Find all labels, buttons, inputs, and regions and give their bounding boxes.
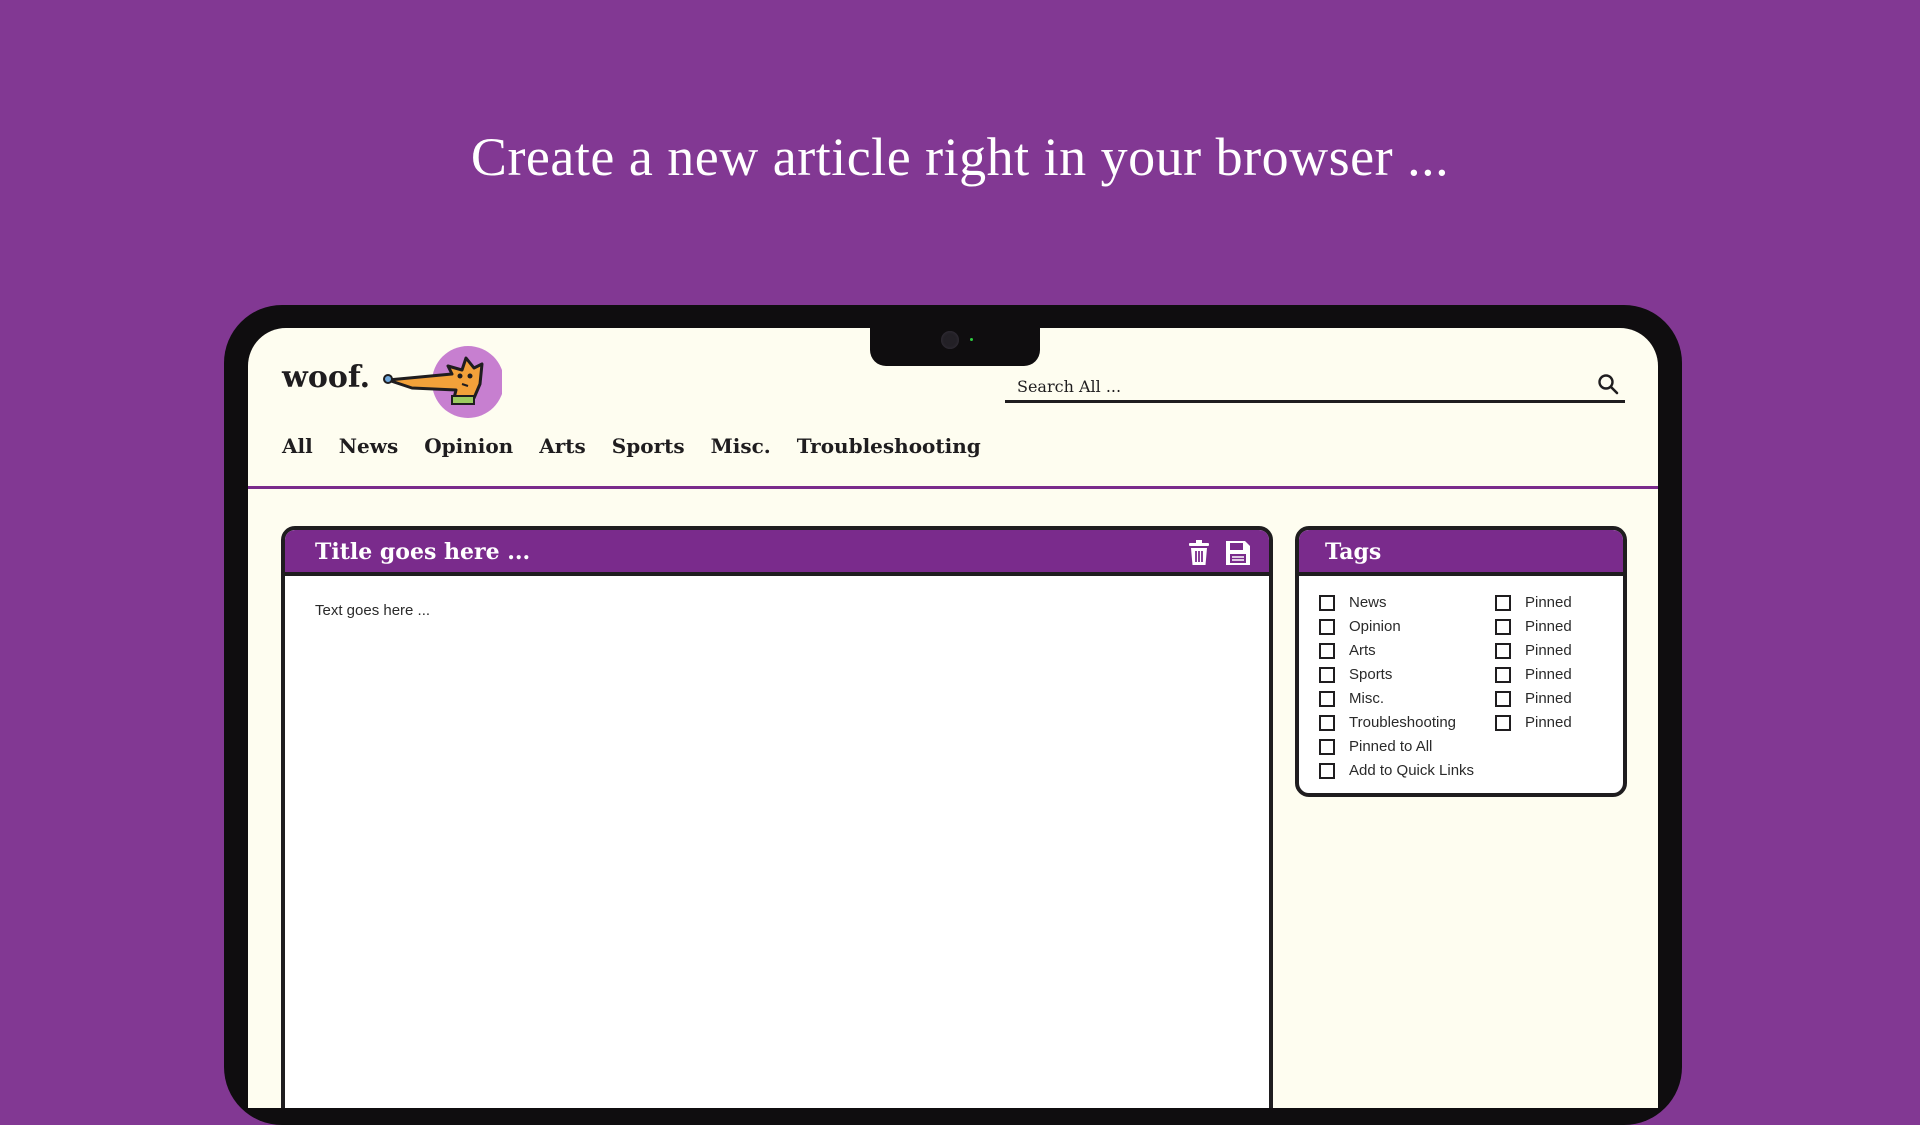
checkbox[interactable] [1495, 690, 1511, 707]
tag-opinion[interactable]: Opinion [1319, 618, 1401, 635]
pinned-label: Pinned [1525, 714, 1572, 731]
checkbox[interactable] [1319, 690, 1335, 707]
checkbox[interactable] [1319, 666, 1335, 683]
tag-label: News [1349, 594, 1387, 611]
tag-label: Troubleshooting [1349, 714, 1457, 731]
checkbox[interactable] [1495, 618, 1511, 635]
tags-title: Tags [1325, 539, 1382, 565]
tag-arts-pinned[interactable]: Pinned [1495, 642, 1572, 659]
tag-label: Sports [1349, 666, 1393, 683]
tag-arts[interactable]: Arts [1319, 642, 1376, 659]
device-screen: woof. All News Opinion Arts Sports Misc.… [248, 328, 1658, 1108]
checkbox[interactable] [1319, 618, 1335, 635]
pinned-label: Pinned [1525, 642, 1572, 659]
nav-item-sports[interactable]: Sports [612, 434, 685, 458]
tag-sports[interactable]: Sports [1319, 666, 1392, 683]
checkbox[interactable] [1495, 714, 1511, 731]
camera-led-icon [970, 338, 973, 341]
trash-icon[interactable] [1187, 540, 1211, 566]
pinned-label: Pinned [1525, 618, 1572, 635]
pinned-label: Pinned [1525, 594, 1572, 611]
dog-logo-icon[interactable] [382, 344, 502, 422]
category-nav: All News Opinion Arts Sports Misc. Troub… [282, 434, 981, 458]
nav-item-arts[interactable]: Arts [539, 434, 586, 458]
search-icon[interactable] [1597, 373, 1619, 395]
tag-troubleshooting[interactable]: Troubleshooting [1319, 714, 1456, 731]
nav-item-misc[interactable]: Misc. [711, 434, 771, 458]
tag-news-pinned[interactable]: Pinned [1495, 594, 1572, 611]
nav-item-news[interactable]: News [339, 434, 398, 458]
tag-misc[interactable]: Misc. [1319, 690, 1384, 707]
tags-header: Tags [1299, 530, 1623, 576]
tag-misc-pinned[interactable]: Pinned [1495, 690, 1572, 707]
article-editor: Title goes here ... Text goes here ... [281, 526, 1273, 1108]
checkbox[interactable] [1495, 666, 1511, 683]
tag-label: Misc. [1349, 690, 1384, 707]
camera-icon [941, 331, 959, 349]
article-body-input[interactable]: Text goes here ... [315, 602, 430, 619]
pinned-label: Pinned [1525, 690, 1572, 707]
nav-item-all[interactable]: All [282, 434, 313, 458]
tag-troubleshooting-pinned[interactable]: Pinned [1495, 714, 1572, 731]
tag-label: Opinion [1349, 618, 1401, 635]
nav-item-opinion[interactable]: Opinion [424, 434, 513, 458]
pinned-label: Pinned [1525, 666, 1572, 683]
checkbox[interactable] [1495, 594, 1511, 611]
tag-sports-pinned[interactable]: Pinned [1495, 666, 1572, 683]
checkbox[interactable] [1319, 642, 1335, 659]
option-label: Pinned to All [1349, 738, 1433, 755]
add-to-quick-links-option[interactable]: Add to Quick Links [1319, 762, 1474, 779]
checkbox[interactable] [1319, 738, 1335, 755]
tag-label: Arts [1349, 642, 1376, 659]
checkbox[interactable] [1495, 642, 1511, 659]
pinned-to-all-option[interactable]: Pinned to All [1319, 738, 1432, 755]
tag-news[interactable]: News [1319, 594, 1387, 611]
page-headline: Create a new article right in your brows… [470, 127, 1450, 187]
tags-panel: Tags News Pinned Opinion Pinned Arts Pin… [1295, 526, 1627, 797]
logo-text[interactable]: woof. [282, 360, 370, 395]
nav-divider [248, 486, 1658, 489]
checkbox[interactable] [1319, 762, 1335, 779]
editor-header: Title goes here ... [285, 530, 1269, 576]
checkbox[interactable] [1319, 594, 1335, 611]
checkbox[interactable] [1319, 714, 1335, 731]
save-icon[interactable] [1225, 540, 1251, 566]
option-label: Add to Quick Links [1349, 762, 1475, 779]
search-bar [1005, 370, 1625, 403]
nav-item-troubleshooting[interactable]: Troubleshooting [797, 434, 981, 458]
search-input[interactable] [1015, 372, 1579, 400]
tag-opinion-pinned[interactable]: Pinned [1495, 618, 1572, 635]
article-title-input[interactable]: Title goes here ... [315, 539, 530, 565]
